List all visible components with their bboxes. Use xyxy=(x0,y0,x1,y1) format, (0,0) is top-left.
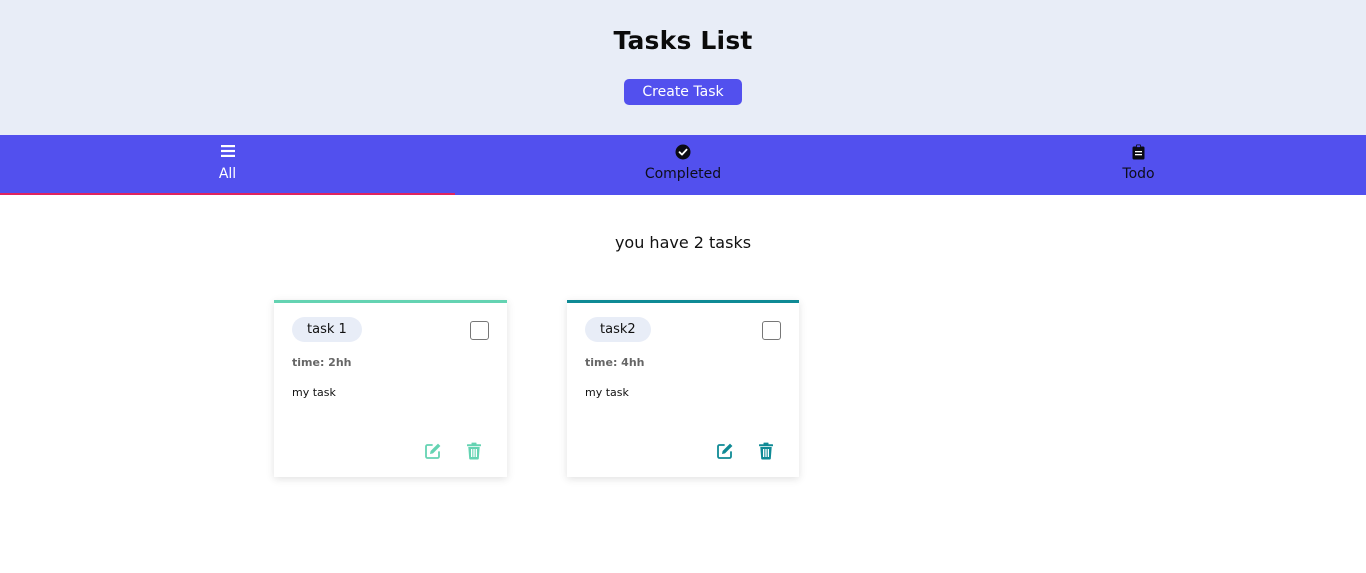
tab-todo-label: Todo xyxy=(1122,166,1155,182)
tab-completed-label: Completed xyxy=(644,166,722,182)
task-count-text: you have 2 tasks xyxy=(614,233,752,252)
check-circle-icon xyxy=(675,144,691,160)
tab-bar: All Completed Todo xyxy=(0,135,1366,195)
tab-todo[interactable]: Todo xyxy=(911,135,1366,195)
task-time: time: 2hh xyxy=(292,356,352,369)
tab-all-label: All xyxy=(218,166,237,182)
trash-icon[interactable] xyxy=(757,442,775,460)
task-name-chip: task 1 xyxy=(292,317,362,342)
list-icon xyxy=(220,145,235,157)
task-description: my task xyxy=(585,386,629,399)
page-header: Tasks List Create Task xyxy=(0,0,1366,135)
task-card: task 1 time: 2hh my task xyxy=(274,300,507,477)
create-task-button[interactable]: Create Task xyxy=(624,79,742,105)
task-time: time: 4hh xyxy=(585,356,645,369)
active-tab-indicator xyxy=(0,193,455,195)
tab-all[interactable]: All xyxy=(0,135,455,195)
task-actions xyxy=(424,442,483,460)
edit-icon[interactable] xyxy=(716,442,734,460)
tab-completed[interactable]: Completed xyxy=(455,135,911,195)
task-actions xyxy=(716,442,775,460)
trash-icon[interactable] xyxy=(465,442,483,460)
page-title: Tasks List xyxy=(613,26,753,55)
task-complete-checkbox[interactable] xyxy=(762,321,781,340)
task-name-chip: task2 xyxy=(585,317,651,342)
task-complete-checkbox[interactable] xyxy=(470,321,489,340)
edit-icon[interactable] xyxy=(424,442,442,460)
task-description: my task xyxy=(292,386,336,399)
task-card: task2 time: 4hh my task xyxy=(567,300,799,477)
clipboard-icon xyxy=(1132,144,1145,160)
